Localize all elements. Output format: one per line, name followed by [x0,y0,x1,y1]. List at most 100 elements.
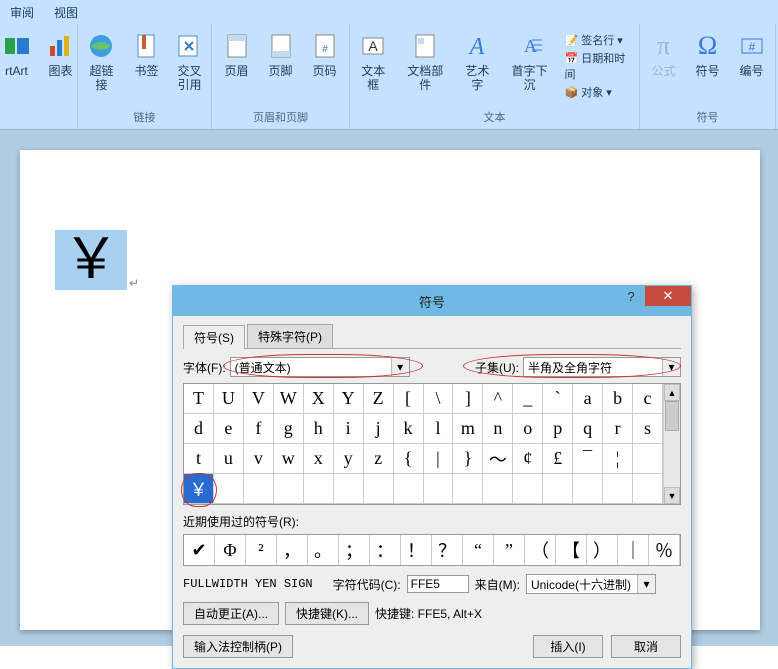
symbol-cell[interactable]: q [573,414,603,444]
char-code-input[interactable] [407,575,469,593]
recent-symbol-cell[interactable]: 【 [556,535,587,565]
scroll-thumb[interactable] [665,401,679,431]
symbol-cell[interactable]: a [573,384,603,414]
grid-scrollbar[interactable]: ▲ ▼ [663,384,680,504]
symbol-cell[interactable]: | [424,444,454,474]
recent-symbol-cell[interactable]: ² [246,535,277,565]
recent-symbol-cell[interactable]: Φ [215,535,246,565]
help-button[interactable]: ? [617,286,645,306]
symbol-cell[interactable]: X [304,384,334,414]
ribbon-smartart[interactable]: rtArt [0,28,39,80]
symbol-cell[interactable]: f [244,414,274,444]
ribbon-quickparts[interactable]: 文档部件 [396,28,454,104]
ribbon-bookmark[interactable]: 书签 [125,28,168,94]
symbol-cell[interactable]: k [394,414,424,444]
symbol-cell[interactable]: u [214,444,244,474]
recent-symbol-cell[interactable]: （ [525,535,556,565]
recent-symbol-cell[interactable]: ｜ [618,535,649,565]
recent-symbol-cell[interactable]: ！ [401,535,432,565]
symbol-cell[interactable]: g [274,414,304,444]
recent-symbol-cell[interactable]: 。 [308,535,339,565]
symbol-cell[interactable]: ¯ [573,444,603,474]
ribbon-chart[interactable]: 图表 [39,28,83,80]
symbol-cell[interactable]: l [424,414,454,444]
subset-select[interactable]: 半角及全角字符 ▾ [523,357,681,377]
tab-symbols[interactable]: 符号(S) [183,325,245,349]
ribbon-textbox[interactable]: A 文本框 [350,28,396,104]
symbol-cell[interactable]: t [184,444,214,474]
font-select[interactable]: (普通文本) ▾ [230,357,410,377]
symbol-cell[interactable]: Y [334,384,364,414]
recent-symbol-cell[interactable]: ” [494,535,525,565]
symbol-cell[interactable]: d [184,414,214,444]
symbol-cell[interactable]: v [244,444,274,474]
symbol-cell[interactable]: w [274,444,304,474]
recent-symbol-cell[interactable]: “ [463,535,494,565]
symbol-cell[interactable]: m [453,414,483,444]
symbol-cell[interactable]: V [244,384,274,414]
symbol-cell[interactable] [513,474,543,504]
symbol-cell[interactable] [304,474,334,504]
symbol-cell[interactable]: £ [543,444,573,474]
symbol-cell[interactable]: ¢ [513,444,543,474]
ribbon-header[interactable]: 页眉 [215,28,259,80]
symbol-cell[interactable] [424,474,454,504]
symbol-cell[interactable]: e [214,414,244,444]
symbol-cell[interactable]: x [304,444,334,474]
symbol-cell[interactable] [214,474,244,504]
symbol-cell[interactable]: c [633,384,663,414]
symbol-cell[interactable]: i [334,414,364,444]
symbol-cell[interactable] [633,474,663,504]
recent-symbol-cell[interactable]: ： [370,535,401,565]
recent-symbol-cell[interactable]: ， [277,535,308,565]
insert-button[interactable]: 插入(I) [533,635,603,658]
symbol-cell[interactable] [453,474,483,504]
symbol-cell[interactable]: U [214,384,244,414]
ribbon-signature[interactable]: 📝 签名行 ▾ [564,32,633,48]
ribbon-wordart[interactable]: A 艺术字 [454,28,500,104]
symbol-cell[interactable]: s [633,414,663,444]
symbol-cell[interactable]: ^ [483,384,513,414]
symbol-cell[interactable]: } [453,444,483,474]
from-select[interactable]: Unicode(十六进制) ▾ [526,574,656,594]
symbol-cell[interactable]: r [603,414,633,444]
symbol-cell[interactable] [603,474,633,504]
recent-symbol-cell[interactable]: ？ [432,535,463,565]
symbol-cell[interactable] [633,444,663,474]
symbol-cell[interactable] [483,474,513,504]
recent-symbol-cell[interactable]: ） [587,535,618,565]
close-button[interactable]: ✕ [645,286,691,306]
ribbon-crossref[interactable]: 交叉 引用 [168,28,211,94]
symbol-cell[interactable]: \ [424,384,454,414]
symbol-cell[interactable]: p [543,414,573,444]
symbol-cell[interactable]: ～ [483,444,513,474]
symbol-cell[interactable]: b [603,384,633,414]
menu-view[interactable]: 视图 [54,4,78,20]
scroll-up-button[interactable]: ▲ [664,384,680,401]
symbol-cell[interactable]: W [274,384,304,414]
symbol-cell[interactable]: o [513,414,543,444]
menu-review[interactable]: 审阅 [10,4,34,20]
ribbon-footer[interactable]: 页脚 [259,28,303,80]
recent-symbol-cell[interactable]: ✔ [184,535,215,565]
symbol-cell[interactable]: _ [513,384,543,414]
ribbon-pagenum[interactable]: # 页码 [303,28,347,80]
scroll-down-button[interactable]: ▼ [664,487,680,504]
cancel-button[interactable]: 取消 [611,635,681,658]
symbol-cell[interactable]: ¦ [603,444,633,474]
ime-handle-button[interactable]: 输入法控制柄(P) [183,635,293,658]
recent-symbol-cell[interactable]: ％ [649,535,680,565]
symbol-cell[interactable]: j [364,414,394,444]
symbol-cell[interactable] [364,474,394,504]
ribbon-symbol[interactable]: Ω 符号 [686,28,730,80]
tab-special[interactable]: 特殊字符(P) [247,324,333,348]
symbol-cell[interactable] [394,474,424,504]
ribbon-number[interactable]: # 编号 [730,28,774,80]
symbol-cell[interactable]: n [483,414,513,444]
symbol-cell[interactable] [334,474,364,504]
symbol-cell[interactable] [274,474,304,504]
ribbon-datetime[interactable]: 📅 日期和时间 [564,50,633,82]
recent-symbol-cell[interactable]: ； [339,535,370,565]
symbol-cell[interactable]: [ [394,384,424,414]
ribbon-hyperlink[interactable]: 超链接 [78,28,125,94]
